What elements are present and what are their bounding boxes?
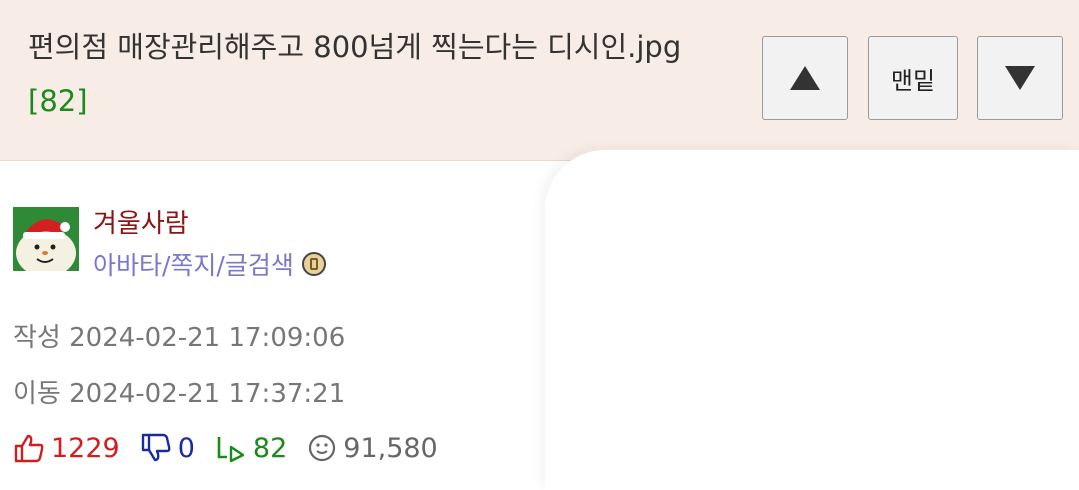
redacted-area	[545, 150, 1079, 490]
likes-count: 1229	[51, 432, 120, 464]
created-timestamp: 작성 2024-02-21 17:09:06	[13, 323, 346, 353]
snowman-avatar-icon	[13, 207, 79, 271]
replies-count: 82	[252, 432, 288, 464]
thumbs-up-icon	[14, 434, 44, 463]
post-header: 편의점 매장관리해주고 800넘게 찍는다는 디시인.jpg [82] 맨밑	[0, 0, 1079, 161]
scroll-down-button[interactable]	[977, 36, 1063, 120]
triangle-down-icon	[1005, 66, 1035, 90]
member-badge-icon	[301, 252, 326, 276]
author-links-text[interactable]: 아바타/쪽지/글검색	[93, 246, 294, 282]
scroll-bottom-label: 맨밑	[890, 66, 936, 95]
views-stat: 91,580	[307, 432, 438, 464]
author-avatar[interactable]	[13, 207, 79, 271]
likes-stat[interactable]: 1229	[13, 433, 120, 464]
post-title-text: 편의점 매장관리해주고 800넘게 찍는다는 디시인.jpg	[28, 30, 682, 64]
comment-count[interactable]: [82]	[28, 84, 88, 118]
author-links: 아바타/쪽지/글검색	[93, 246, 326, 282]
scroll-bottom-button[interactable]: 맨밑	[868, 36, 958, 120]
post-title: 편의점 매장관리해주고 800넘게 찍는다는 디시인.jpg [82]	[28, 20, 718, 128]
smiley-views-icon	[309, 434, 336, 462]
dislikes-stat[interactable]: 0	[140, 433, 195, 464]
dislikes-count: 0	[177, 432, 195, 464]
author-name[interactable]: 겨울사람	[93, 203, 189, 240]
thumbs-down-icon	[141, 433, 171, 462]
triangle-up-icon	[790, 66, 820, 90]
replies-stat[interactable]: 82	[215, 433, 287, 464]
reply-arrow-icon	[217, 437, 245, 463]
views-count: 91,580	[343, 432, 438, 464]
scroll-up-button[interactable]	[762, 36, 848, 120]
post-stats: 1229 0 82 91,580	[13, 430, 458, 466]
moved-timestamp: 이동 2024-02-21 17:37:21	[13, 379, 346, 409]
